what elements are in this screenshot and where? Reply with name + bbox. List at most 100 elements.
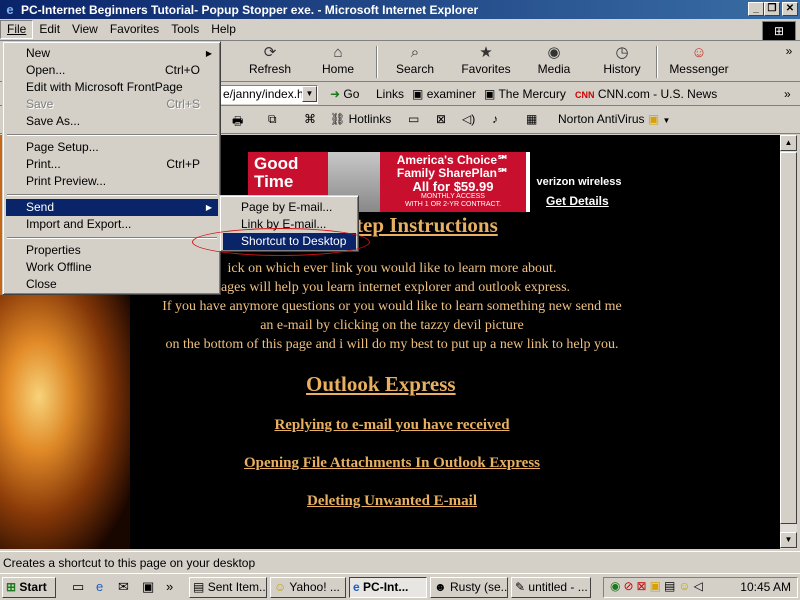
history-icon: ◷ <box>615 44 629 61</box>
scroll-thumb[interactable] <box>780 152 797 524</box>
task-sent-items[interactable]: ▤ Sent Item... <box>189 577 267 598</box>
minimize-button[interactable]: _ <box>748 2 764 16</box>
submenu-arrow-icon: ▶ <box>205 203 212 212</box>
vertical-scrollbar[interactable]: ▲ ▼ <box>780 135 797 549</box>
tutorial-link-deleting[interactable]: Deleting Unwanted E-mail <box>140 493 644 510</box>
toolbar-separator <box>656 46 658 78</box>
ie-quicklaunch-icon[interactable]: e <box>96 579 103 594</box>
tutorial-link-attachments[interactable]: Opening File Attachments In Outlook Expr… <box>140 455 644 472</box>
cnn-icon: CNN <box>575 90 595 100</box>
search-button[interactable]: ⌕ Search <box>390 44 440 80</box>
explorer-quicklaunch-icon[interactable]: ▣ <box>142 579 154 595</box>
link-cnn[interactable]: CNN CNN.com - U.S. News <box>575 87 717 101</box>
menu-bar: File Edit View Favorites Tools Help <box>0 19 800 41</box>
file-menu-send[interactable]: Send ▶ <box>6 199 218 216</box>
tray-icons[interactable]: ◉⊘⊠▣▤☺◁ <box>610 579 706 593</box>
title-bar[interactable]: e PC-Internet Beginners Tutorial- Popup … <box>0 0 800 19</box>
flame-background-image <box>0 295 130 549</box>
quicklaunch-overflow-chevron[interactable]: » <box>166 579 173 594</box>
submenu-arrow-icon: ▶ <box>205 49 212 58</box>
go-button[interactable]: ➜ Go <box>330 87 359 101</box>
file-menu-open[interactable]: Open... Ctrl+O <box>6 62 218 79</box>
home-button[interactable]: ⌂ Home <box>313 44 363 80</box>
refresh-button[interactable]: ⟳ Refresh <box>243 44 297 80</box>
link-the-mercury[interactable]: ▣ The Mercury <box>484 87 566 101</box>
address-dropdown-button[interactable]: ▼ <box>302 86 317 102</box>
show-desktop-icon[interactable]: ▭ <box>72 579 84 595</box>
delete-icon[interactable]: ⊠ <box>436 112 446 126</box>
ie-app-icon[interactable]: e <box>2 2 18 18</box>
favorites-button[interactable]: ★ Favorites <box>458 44 514 80</box>
window-title: PC-Internet Beginners Tutorial- Popup St… <box>21 2 479 17</box>
tutorial-link-replying[interactable]: Replying to e-mail you have received <box>140 417 644 434</box>
toolbar-separator <box>376 46 378 78</box>
calendar-icon[interactable]: ▦ <box>526 112 537 126</box>
yahoo-icon: ☺ <box>274 580 287 594</box>
menu-favorites[interactable]: Favorites <box>104 20 165 39</box>
task-pc-internet[interactable]: e PC-Int... <box>349 577 427 598</box>
favorites-icon: ★ <box>479 44 493 61</box>
toolbar-overflow-chevron[interactable]: » <box>782 44 796 80</box>
clock[interactable]: 10:45 AM <box>740 578 791 597</box>
menu-edit[interactable]: Edit <box>33 20 66 39</box>
globe-icon: ◉ <box>610 579 624 593</box>
red-annotation-circle <box>192 228 370 256</box>
speaker-icon: ◁ <box>693 579 706 593</box>
messenger-button[interactable]: ☺ Messenger <box>668 44 730 80</box>
folder-icon: ▤ <box>193 580 205 594</box>
volume-icon[interactable]: ◁) <box>462 112 475 126</box>
menu-file[interactable]: File <box>0 20 34 39</box>
file-menu-page-setup[interactable]: Page Setup... <box>6 139 218 156</box>
link-examiner[interactable]: ▣ examiner <box>412 87 476 101</box>
file-menu-properties[interactable]: Properties <box>6 242 218 259</box>
links-label: Links <box>376 87 405 101</box>
file-menu-save-as[interactable]: Save As... <box>6 113 218 130</box>
file-menu-import-export[interactable]: Import and Export... <box>6 216 218 233</box>
send-page-by-email[interactable]: Page by E-mail... <box>223 199 356 216</box>
ie-icon: e <box>353 580 360 594</box>
media-icon: ◉ <box>547 44 561 61</box>
paint-icon: ✎ <box>515 580 526 594</box>
outlook-quicklaunch-icon[interactable]: ✉ <box>118 579 129 595</box>
menu-view[interactable]: View <box>66 20 104 39</box>
file-menu-save: Save Ctrl+S <box>26 97 200 111</box>
music-icon[interactable]: ♪ <box>492 112 498 126</box>
task-yahoo[interactable]: ☺ Yahoo! ... <box>270 577 346 598</box>
history-button[interactable]: ◷ History <box>600 44 644 80</box>
print-icon[interactable]: 🖶 <box>232 112 243 133</box>
file-menu-print[interactable]: Print... Ctrl+P <box>6 156 218 173</box>
start-button[interactable]: ⊞ Start <box>2 577 56 598</box>
person-icon: ☻ <box>434 580 447 594</box>
file-menu-dropdown: New ▶ Open... Ctrl+O Edit with Microsoft F… <box>2 41 221 295</box>
status-bar: Creates a shortcut to this page on your … <box>0 551 800 573</box>
task-untitled[interactable]: ✎ untitled - ... <box>511 577 591 598</box>
outlook-express-heading[interactable]: Outlook Express <box>306 372 456 397</box>
hotlinks-button[interactable]: ⛓ Hotlinks <box>330 112 391 126</box>
media-button[interactable]: ◉ Media <box>532 44 576 80</box>
file-menu-edit-frontpage[interactable]: Edit with Microsoft FrontPage <box>6 79 218 96</box>
file-menu-print-preview[interactable]: Print Preview... <box>6 173 218 190</box>
file-menu-close[interactable]: Close <box>6 276 218 293</box>
links-overflow-chevron[interactable]: » <box>784 87 791 101</box>
norton-tray-icon: ▣ <box>649 579 664 593</box>
hotlinks-icon[interactable]: ⌘ <box>304 112 316 126</box>
menu-tools[interactable]: Tools <box>165 20 205 39</box>
scroll-down-button[interactable]: ▼ <box>780 532 797 548</box>
popup-stopper-icon: ⊘ <box>623 579 637 593</box>
norton-antivirus-button[interactable]: Norton AntiVirus ▣ ▼ <box>558 112 670 126</box>
chain-icon: ⛓ <box>330 112 346 126</box>
scroll-up-button[interactable]: ▲ <box>780 135 797 151</box>
blocked-icon: ⊠ <box>636 579 650 593</box>
go-arrow-icon: ➜ <box>330 87 341 101</box>
close-button[interactable]: ✕ <box>782 2 798 16</box>
task-rusty[interactable]: ☻ Rusty (se... <box>430 577 508 598</box>
get-details-link[interactable]: Get Details <box>546 194 609 208</box>
menu-help[interactable]: Help <box>205 20 242 39</box>
page-icon: ▣ <box>412 87 424 101</box>
folder-icon[interactable]: ▭ <box>408 112 419 126</box>
maximize-button[interactable]: ❐ <box>764 2 780 16</box>
copy-icon[interactable]: ⧉ <box>268 112 277 127</box>
taskbar: ⊞ Start ▭ e ✉ ▣ » ▤ Sent Item... ☺ Yahoo… <box>0 573 800 600</box>
file-menu-work-offline[interactable]: Work Offline <box>6 259 218 276</box>
file-menu-new[interactable]: New ▶ <box>6 45 218 62</box>
